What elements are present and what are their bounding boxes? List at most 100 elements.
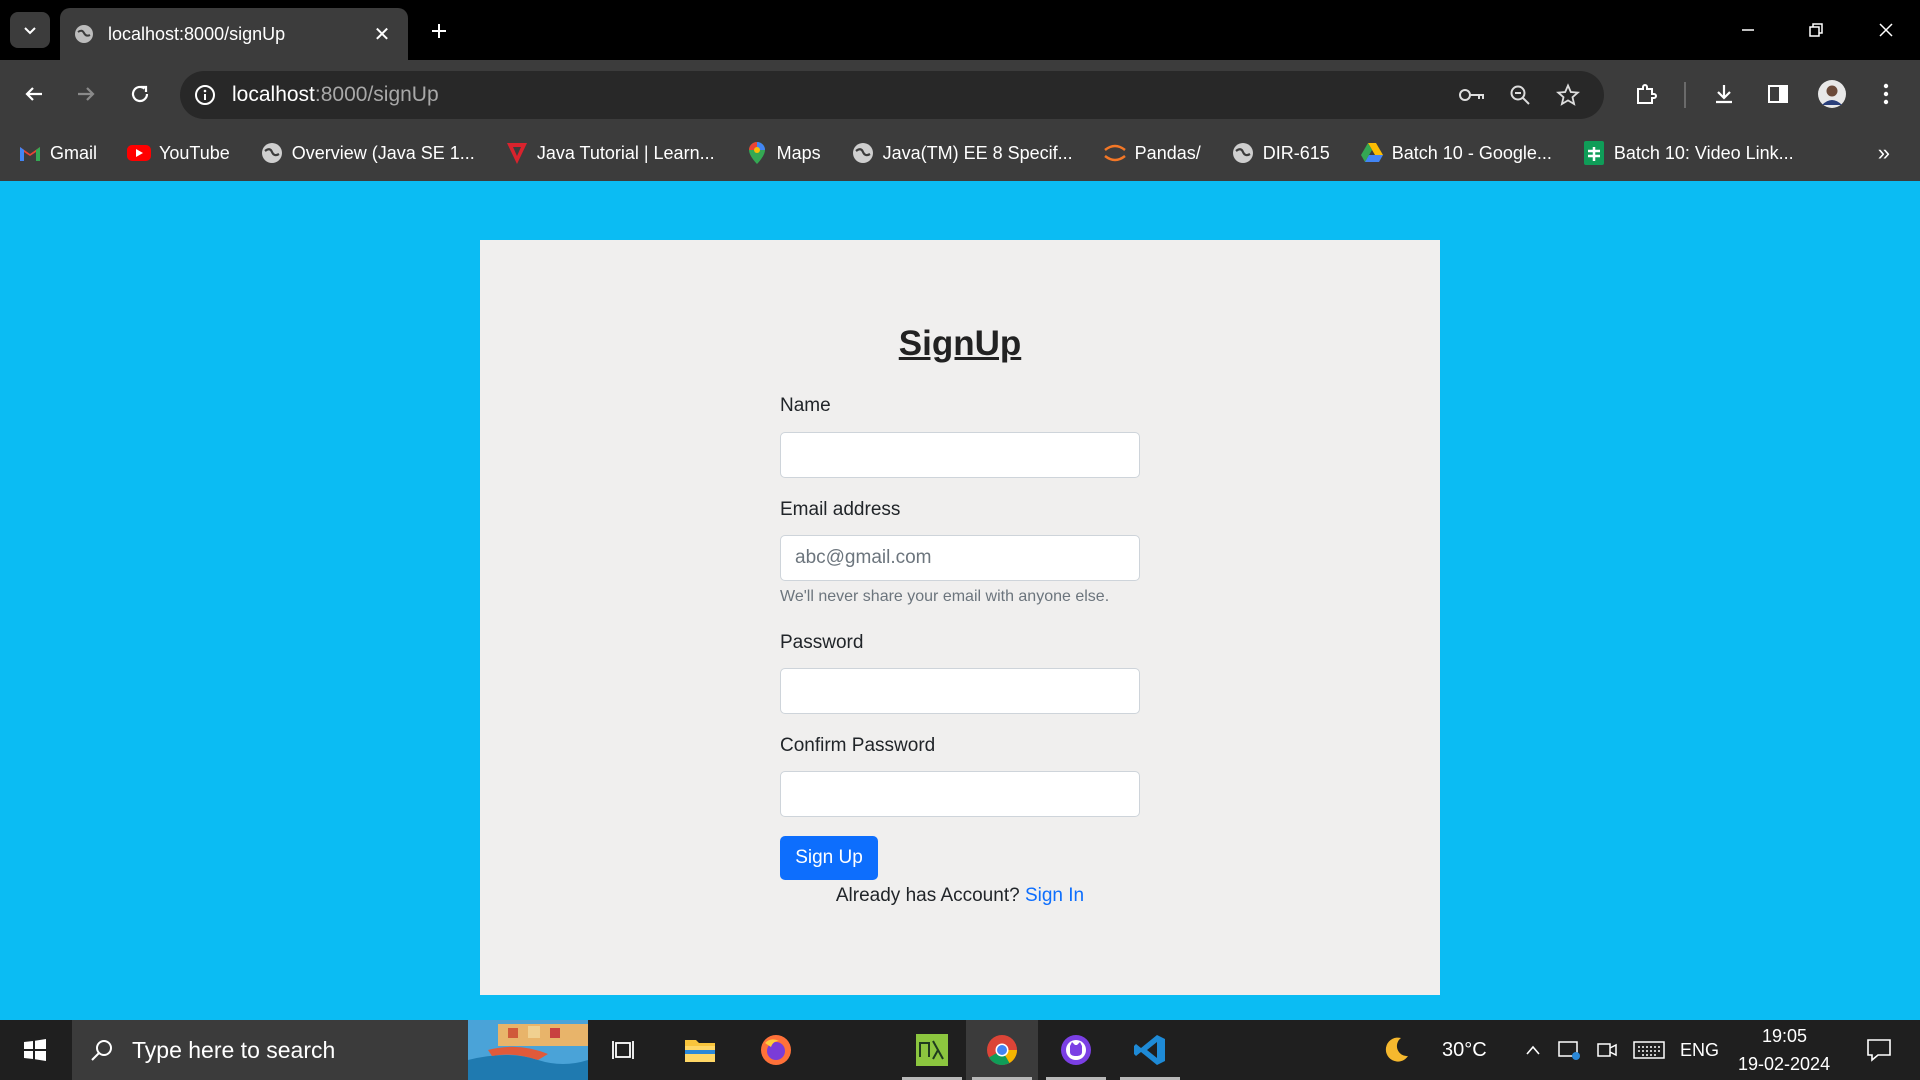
camera-icon (1597, 1043, 1617, 1057)
search-highlight-image (468, 1020, 588, 1080)
search-placeholder: Type here to search (132, 1036, 336, 1063)
browser-tab[interactable]: localhost:8000/signUp ✕ (60, 8, 408, 60)
confirm-password-label: Confirm Password (780, 735, 936, 756)
avatar-icon (1818, 80, 1846, 108)
password-key-button[interactable] (1452, 75, 1492, 115)
bookmark-gmail[interactable]: Gmail (18, 141, 97, 165)
page-viewport: SignUp Name Email address We'll never sh… (0, 181, 1920, 1020)
touch-keyboard-button[interactable] (1630, 1020, 1668, 1080)
forward-button[interactable] (66, 74, 106, 114)
meet-now-tray-icon[interactable] (1592, 1020, 1622, 1080)
start-button[interactable] (0, 1020, 70, 1080)
zoom-button[interactable] (1500, 75, 1540, 115)
folder-icon (685, 1040, 715, 1062)
minimize-icon (1742, 29, 1754, 31)
bookmark-java-ee-spec[interactable]: Java(TM) EE 8 Specif... (851, 141, 1073, 165)
vscode-icon (1134, 1035, 1165, 1065)
url-text: localhost:8000/signUp (232, 83, 439, 107)
back-button[interactable] (14, 74, 54, 114)
weather-temperature[interactable]: 30°C (1442, 1039, 1487, 1062)
task-view-button[interactable] (588, 1020, 660, 1080)
site-info-icon[interactable] (194, 84, 216, 106)
weather-widget[interactable] (1376, 1020, 1416, 1080)
close-window-button[interactable] (1866, 10, 1906, 50)
menu-button[interactable] (1866, 74, 1906, 114)
address-bar[interactable]: localhost:8000/signUp (180, 71, 1604, 119)
arrow-right-icon (78, 87, 95, 101)
show-hidden-icons-button[interactable] (1520, 1020, 1546, 1080)
bookmark-youtube[interactable]: YouTube (127, 141, 230, 165)
bookmark-maps[interactable]: Maps (745, 141, 821, 165)
restore-button[interactable] (1796, 10, 1836, 50)
taskbar-file-explorer[interactable] (664, 1020, 736, 1080)
clock-time[interactable]: 19:05 (1762, 1026, 1807, 1047)
download-icon (1716, 85, 1732, 104)
browser-title-bar: localhost:8000/signUp ✕ (0, 0, 1920, 60)
reload-button[interactable] (120, 74, 160, 114)
downloads-button[interactable] (1704, 74, 1744, 114)
password-field[interactable] (780, 668, 1140, 714)
windows-logo-icon (24, 1039, 46, 1061)
maps-icon (745, 141, 769, 165)
bookmark-batch-10-drive[interactable]: Batch 10 - Google... (1360, 141, 1552, 165)
bookmark-label: Java Tutorial | Learn... (536, 142, 715, 163)
bookmark-label: Maps (776, 142, 821, 163)
new-tab-button[interactable] (424, 16, 454, 46)
tab-title: localhost:8000/signUp (108, 23, 286, 44)
taskbar-chrome[interactable] (966, 1020, 1038, 1080)
side-panel-button[interactable] (1758, 74, 1798, 114)
java-app-icon (916, 1034, 948, 1066)
taskbar-github-desktop[interactable] (1040, 1020, 1112, 1080)
page-title: SignUp (898, 324, 1022, 363)
search-icon (91, 1040, 112, 1061)
network-tray-icon[interactable] (1554, 1020, 1584, 1080)
zoom-icon (1510, 85, 1530, 105)
taskbar-vscode[interactable] (1114, 1020, 1186, 1080)
gmail-icon (18, 141, 42, 165)
name-field[interactable] (780, 432, 1140, 478)
clock-date[interactable]: 19-02-2024 (1738, 1054, 1830, 1075)
bookmark-java-tutorial[interactable]: Java Tutorial | Learn... (505, 141, 715, 165)
close-icon (1879, 23, 1893, 37)
email-label: Email address (780, 499, 901, 520)
plus-icon (432, 24, 446, 38)
bookmark-dir-615[interactable]: DIR-615 (1231, 141, 1330, 165)
task-view-icon (612, 1041, 634, 1059)
sign-in-link[interactable]: Sign In (1025, 885, 1084, 906)
password-label: Password (780, 632, 864, 653)
close-tab-icon[interactable]: ✕ (370, 22, 394, 47)
sign-up-button[interactable]: Sign Up (780, 836, 878, 880)
chevron-down-icon (24, 27, 36, 35)
name-label: Name (780, 395, 831, 416)
google-sheets-icon (1582, 141, 1606, 165)
globe-icon (851, 141, 875, 165)
url-host: localhost (232, 83, 315, 106)
star-icon (1556, 83, 1580, 106)
javatpoint-icon (505, 141, 529, 165)
bookmark-pandas[interactable]: Pandas/ (1103, 141, 1201, 165)
notifications-button[interactable] (1854, 1020, 1904, 1080)
confirm-password-field[interactable] (780, 771, 1140, 817)
signup-card: SignUp Name Email address We'll never sh… (480, 240, 1440, 995)
profile-button[interactable] (1812, 74, 1852, 114)
bookmark-star-button[interactable] (1548, 75, 1588, 115)
side-panel-icon (1768, 85, 1788, 103)
bookmark-batch-10-video-links[interactable]: Batch 10: Video Link... (1582, 141, 1794, 165)
github-icon (1061, 1035, 1091, 1065)
input-language[interactable]: ENG (1680, 1040, 1719, 1061)
bookmarks-bar: Gmail YouTube Overview (Java SE 1... Jav… (0, 130, 1920, 176)
more-bookmarks-icon[interactable]: » (1878, 140, 1890, 166)
taskbar-firefox[interactable] (740, 1020, 812, 1080)
youtube-icon (127, 141, 152, 165)
tab-search-button[interactable] (10, 12, 50, 48)
bookmark-label: Java(TM) EE 8 Specif... (882, 142, 1073, 163)
extensions-button[interactable] (1626, 74, 1666, 114)
url-path: :8000/signUp (314, 83, 439, 106)
moon-icon (1385, 1037, 1408, 1062)
email-field[interactable] (780, 535, 1140, 581)
taskbar-java-app[interactable] (896, 1020, 968, 1080)
minimize-button[interactable] (1728, 10, 1768, 50)
bookmark-java-se-overview[interactable]: Overview (Java SE 1... (260, 141, 475, 165)
taskbar-search[interactable]: Type here to search (72, 1020, 588, 1080)
email-help-text: We'll never share your email with anyone… (780, 588, 1110, 605)
